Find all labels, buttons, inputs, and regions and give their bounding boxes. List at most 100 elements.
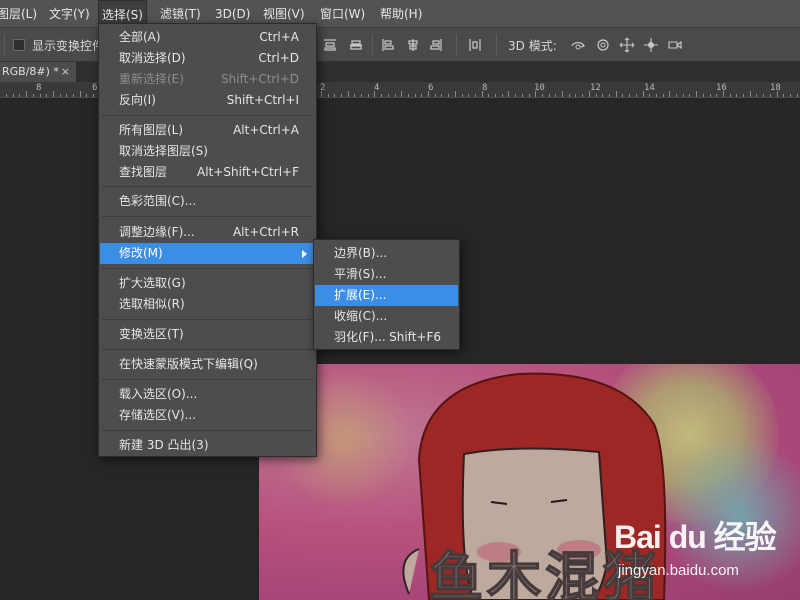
ruler-tick — [341, 94, 342, 97]
modify-submenu: 边界(B)... 平滑(S)... 扩展(E)... 收缩(C)... 羽化(F… — [313, 239, 460, 350]
menu-item-deselect[interactable]: 取消选择(D) Ctrl+D — [100, 48, 315, 69]
menu-divider — [102, 430, 313, 431]
menu-type[interactable]: 文字(Y) — [46, 0, 93, 28]
document-tab-label: RGB/8#) * — [2, 65, 59, 78]
menu-item-load-selection[interactable]: 载入选区(O)... — [100, 384, 315, 405]
menu-item-border[interactable]: 边界(B)... — [315, 243, 458, 264]
ruler-tick — [482, 91, 483, 97]
ruler-tick — [730, 94, 731, 97]
ruler-tick — [515, 94, 516, 97]
ruler-tick — [529, 94, 530, 97]
menu-item-grow[interactable]: 扩大选取(G) — [100, 273, 315, 294]
menu-help[interactable]: 帮助(H) — [377, 0, 425, 28]
close-icon[interactable]: × — [61, 62, 70, 82]
menu-item-select-all[interactable]: 全部(A) Ctrl+A — [100, 27, 315, 48]
baidu-watermark: Bai du 经验 jingyan.baidu.com — [614, 512, 794, 592]
align-vcenter-icon[interactable] — [348, 37, 364, 53]
menu-item-reselect: 重新选择(E) Shift+Ctrl+D — [119, 72, 299, 86]
menu-item-all-layers[interactable]: 所有图层(L) Alt+Ctrl+A — [100, 120, 315, 141]
show-transform-label: 显示变换控件 — [32, 39, 105, 53]
submenu-arrow-icon — [302, 250, 307, 258]
ruler-tick — [415, 94, 416, 97]
ruler-tick — [462, 94, 463, 97]
menu-item-feather[interactable]: 羽化(F)... Shift+F6 — [315, 327, 458, 348]
align-left-icon[interactable] — [380, 37, 396, 53]
align-top-icon[interactable] — [322, 37, 338, 53]
ruler-tick — [26, 91, 27, 97]
align-right-icon[interactable] — [428, 37, 444, 53]
ruler-tick — [743, 94, 744, 97]
ruler-tick — [73, 94, 74, 97]
3d-scale-icon[interactable] — [667, 37, 683, 53]
ruler-tick — [475, 94, 476, 97]
3d-rotate-icon[interactable] — [570, 37, 586, 53]
ruler-tick — [508, 91, 509, 97]
menu-item-quick-mask[interactable]: 在快速蒙版模式下编辑(Q) — [100, 354, 315, 375]
menu-divider — [102, 186, 313, 187]
menu-item-modify[interactable]: 修改(M) — [100, 243, 315, 264]
ruler-tick — [80, 91, 81, 97]
ruler-label: 12 — [590, 83, 601, 93]
distribute-icon[interactable] — [467, 37, 483, 53]
ruler-tick — [636, 94, 637, 97]
menu-item-new-3d-extrusion[interactable]: 新建 3D 凸出(3) — [100, 435, 315, 456]
ruler-tick — [750, 91, 751, 97]
ruler-tick — [86, 94, 87, 97]
3d-roll-icon[interactable] — [595, 37, 611, 53]
ruler-tick — [555, 94, 556, 97]
menu-item-transform-selection[interactable]: 变换选区(T) — [100, 324, 315, 345]
menu-divider — [102, 115, 313, 116]
ruler-tick — [468, 94, 469, 97]
menu-item-expand[interactable]: 扩展(E)... — [315, 285, 458, 306]
ruler-label: 18 — [770, 83, 781, 93]
ruler-tick — [736, 94, 737, 97]
ruler-tick — [589, 91, 590, 97]
menu-divider — [102, 379, 313, 380]
menu-item-contract[interactable]: 收缩(C)... — [315, 306, 458, 327]
ruler-tick — [19, 94, 20, 97]
ruler-tick — [368, 94, 369, 97]
ruler-tick — [374, 91, 375, 97]
menu-divider — [102, 319, 313, 320]
ruler-tick — [408, 94, 409, 97]
ruler-tick — [629, 94, 630, 97]
ruler-tick — [522, 94, 523, 97]
ruler-tick — [361, 94, 362, 97]
menu-item-find-layers[interactable]: 查找图层 Alt+Shift+Ctrl+F — [100, 162, 315, 183]
ruler-tick — [60, 94, 61, 97]
menu-item-similar[interactable]: 选取相似(R) — [100, 294, 315, 315]
menu-divider — [102, 216, 313, 217]
ruler-tick — [428, 91, 429, 97]
ruler-tick — [448, 94, 449, 97]
ruler-tick — [441, 94, 442, 97]
ruler-label: 14 — [644, 83, 655, 93]
ruler-tick — [562, 91, 563, 97]
ruler-tick — [40, 94, 41, 97]
menu-item-color-range[interactable]: 色彩范围(C)... — [100, 191, 315, 212]
ruler-tick — [53, 91, 54, 97]
menu-window[interactable]: 窗口(W) — [317, 0, 368, 28]
menu-item-deselect-layers[interactable]: 取消选择图层(S) — [100, 141, 315, 162]
menu-item-refine-edge[interactable]: 调整边缘(F)... Alt+Ctrl+R — [100, 222, 315, 243]
ruler-tick — [622, 94, 623, 97]
show-transform-checkbox[interactable] — [13, 39, 25, 51]
document-tab[interactable]: RGB/8#) * × — [0, 62, 76, 82]
menu-item-smooth[interactable]: 平滑(S)... — [315, 264, 458, 285]
align-hcenter-icon[interactable] — [405, 37, 421, 53]
ruler-tick — [354, 94, 355, 97]
ruler-tick — [13, 94, 14, 97]
ruler-tick — [348, 91, 349, 97]
ruler-tick — [549, 94, 550, 97]
menu-divider — [102, 268, 313, 269]
ruler-tick — [495, 94, 496, 97]
menu-item-save-selection[interactable]: 存储选区(V)... — [100, 405, 315, 426]
ruler-tick — [756, 94, 757, 97]
ruler-tick — [542, 94, 543, 97]
select-menu: 全部(A) Ctrl+A 取消选择(D) Ctrl+D 重新选择(E) Shift+C… — [98, 23, 317, 457]
menu-layer[interactable]: 图层(L) — [0, 0, 40, 28]
3d-pan-icon[interactable] — [619, 37, 635, 53]
3d-slide-icon[interactable] — [643, 37, 659, 53]
ruler-tick — [783, 94, 784, 97]
ruler-tick — [33, 94, 34, 97]
menu-item-inverse[interactable]: 反向(I) Shift+Ctrl+I — [100, 90, 315, 111]
